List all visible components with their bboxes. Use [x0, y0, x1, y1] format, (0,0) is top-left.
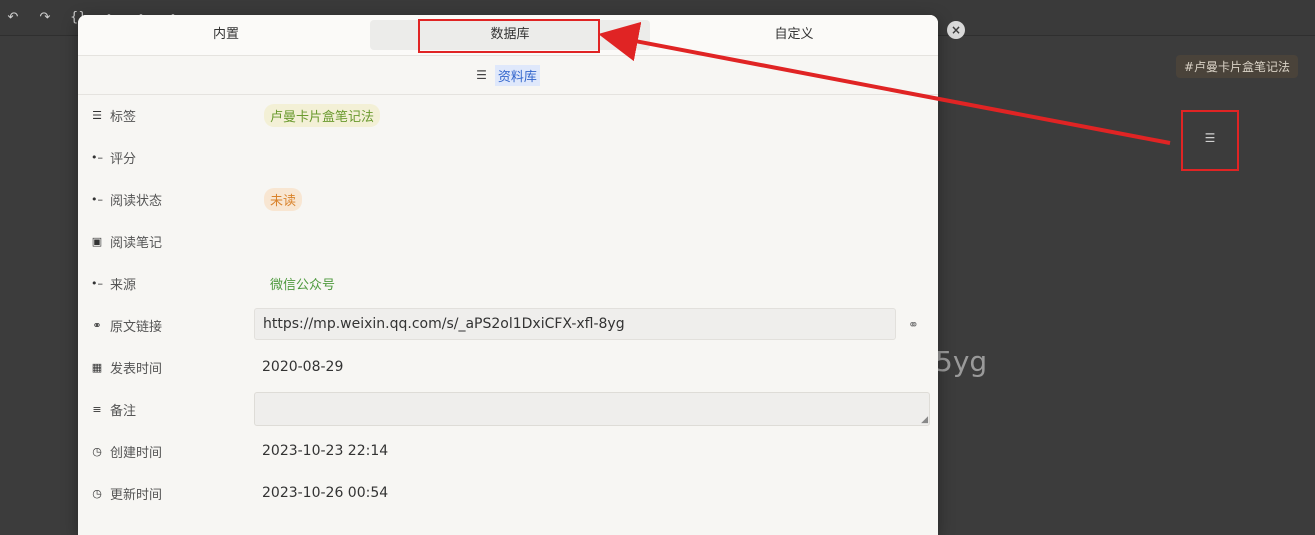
annotation-arrow: [598, 21, 1171, 145]
